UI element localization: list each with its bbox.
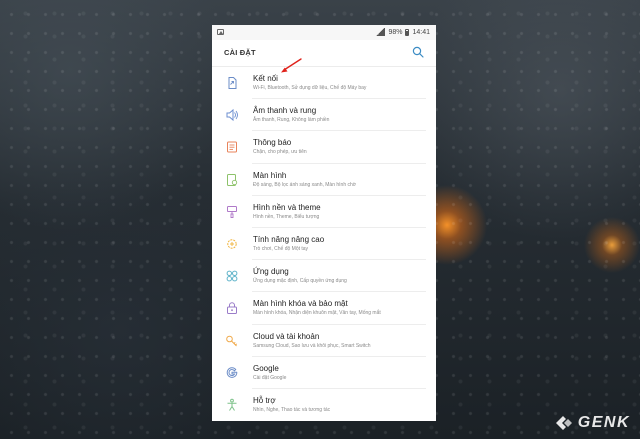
- settings-item-connections[interactable]: Kết nối Wi-Fi, Bluetooth, Sử dụng dữ liệ…: [212, 67, 436, 100]
- key-icon: [226, 335, 238, 346]
- annotation-arrow-icon: [281, 58, 302, 73]
- settings-item-label: Cloud và tài khoản: [253, 331, 320, 341]
- display-icon: [227, 173, 238, 186]
- app-header: CÀI ĐẶT: [212, 40, 436, 67]
- search-icon[interactable]: [412, 46, 424, 58]
- google-icon: [226, 367, 238, 378]
- settings-item-google[interactable]: Google Cài đặt Google: [212, 357, 436, 390]
- lock-icon: [227, 302, 237, 315]
- settings-item-label: Kết nối: [253, 74, 278, 83]
- clock: 14:41: [412, 28, 430, 36]
- settings-item-subtitle: Âm thanh, Rung, Không làm phiền: [253, 117, 330, 124]
- settings-item-advanced[interactable]: Tính năng nâng cao Trò chơi, Chế độ Một …: [212, 228, 436, 261]
- settings-item-lock-security[interactable]: Màn hình khóa và bảo mật Màn hình khóa, …: [212, 292, 436, 325]
- signal-icon: [376, 28, 386, 36]
- page-title: CÀI ĐẶT: [224, 48, 256, 57]
- settings-item-subtitle: Ứng dụng mặc định, Cấp quyền ứng dụng: [253, 278, 347, 285]
- connections-icon: [228, 77, 237, 89]
- accessibility-icon: [227, 398, 237, 411]
- settings-item-label: Màn hình khóa và bảo mật: [253, 299, 348, 309]
- settings-item-wallpaper[interactable]: Hình nền và theme Hình nền, Theme, Biểu …: [212, 196, 436, 229]
- apps-grid-icon: [226, 270, 238, 282]
- settings-item-subtitle: Độ sáng, Bộ lọc ánh sáng xanh, Màn hình …: [253, 181, 357, 188]
- battery-icon: [405, 28, 410, 36]
- settings-item-subtitle: Màn hình khóa, Nhận diện khuôn mặt, Vân …: [253, 310, 381, 317]
- settings-screen: 98% 14:41 CÀI ĐẶT Kết nối Wi-Fi, Bluetoo…: [212, 25, 436, 421]
- settings-item-notifications[interactable]: Thông báo Chặn, cho phép, ưu tiên: [212, 131, 436, 164]
- settings-item-subtitle: Chặn, cho phép, ưu tiên: [253, 149, 307, 156]
- genk-watermark: GENK: [554, 414, 630, 432]
- battery-percent: 98%: [388, 28, 403, 36]
- settings-item-label: Thông báo: [253, 138, 292, 148]
- notifications-icon: [227, 141, 237, 153]
- paintbrush-icon: [227, 205, 237, 218]
- settings-item-accessibility[interactable]: Hỗ trợ Nhìn, Nghe, Thao tác và tương tác: [212, 389, 436, 421]
- gear-plus-icon: [227, 239, 237, 249]
- settings-item-label: Hình nền và theme: [253, 202, 321, 212]
- settings-item-label: Tính năng nâng cao: [253, 234, 325, 244]
- settings-item-apps[interactable]: Ứng dụng Ứng dụng mặc định, Cấp quyền ứn…: [212, 260, 436, 293]
- settings-item-subtitle: Samsung Cloud, Sao lưu và khôi phục, Sma…: [253, 342, 371, 349]
- settings-item-label: Hỗ trợ: [253, 395, 276, 405]
- image-notification-icon: [217, 29, 224, 35]
- settings-item-label: Màn hình: [253, 170, 287, 180]
- settings-item-subtitle: Trò chơi, Chế độ Một tay: [253, 245, 309, 252]
- settings-item-label: Google: [253, 363, 279, 373]
- settings-item-label: Ứng dụng: [253, 267, 289, 277]
- settings-item-sound[interactable]: Âm thanh và rung Âm thanh, Rung, Không l…: [212, 99, 436, 132]
- genk-logo-icon: [555, 416, 572, 430]
- settings-item-subtitle: Nhìn, Nghe, Thao tác và tương tác: [253, 406, 331, 413]
- settings-list: Kết nối Wi-Fi, Bluetooth, Sử dụng dữ liệ…: [212, 67, 436, 421]
- settings-item-subtitle: Wi-Fi, Bluetooth, Sử dụng dữ liệu, Chế đ…: [253, 85, 367, 91]
- settings-item-cloud-accounts[interactable]: Cloud và tài khoản Samsung Cloud, Sao lư…: [212, 325, 436, 357]
- speaker-icon: [226, 109, 238, 122]
- status-bar: 98% 14:41: [212, 25, 436, 40]
- settings-item-subtitle: Hình nền, Theme, Biểu tượng: [253, 213, 320, 220]
- settings-item-subtitle: Cài đặt Google: [253, 374, 287, 381]
- settings-item-display[interactable]: Màn hình Độ sáng, Bộ lọc ánh sáng xanh, …: [212, 164, 436, 196]
- settings-item-label: Âm thanh và rung: [253, 106, 317, 116]
- watermark-text: GENK: [577, 414, 630, 431]
